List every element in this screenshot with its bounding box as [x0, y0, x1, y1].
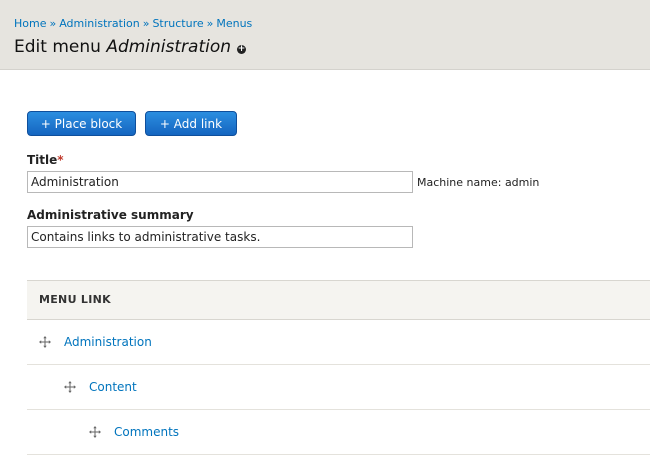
page-title-prefix: Edit menu — [14, 37, 101, 57]
page-title-menu-name: Administration — [106, 37, 232, 57]
drag-handle-icon[interactable] — [64, 381, 76, 393]
breadcrumb-separator: » — [49, 17, 57, 30]
summary-label: Administrative summary — [27, 208, 194, 222]
menu-link-administration[interactable]: Administration — [64, 335, 152, 349]
breadcrumb-administration[interactable]: Administration — [59, 17, 140, 30]
menu-link-content[interactable]: Content — [89, 380, 137, 394]
table-header: MENU LINK — [27, 280, 650, 320]
page-title: Edit menu Administration + — [14, 37, 247, 57]
menu-link-comments[interactable]: Comments — [114, 425, 179, 439]
place-block-button[interactable]: + Place block — [27, 111, 136, 136]
breadcrumb-home[interactable]: Home — [14, 17, 46, 30]
required-marker: * — [57, 153, 64, 167]
add-link-button[interactable]: + Add link — [145, 111, 237, 136]
machine-name: Machine name: admin — [417, 176, 540, 189]
breadcrumb: Home» Administration» Structure» Menus — [14, 17, 252, 30]
breadcrumb-menus[interactable]: Menus — [216, 17, 252, 30]
page-header: Home» Administration» Structure» Menus Edit… — [0, 0, 650, 70]
title-input[interactable]: Administration — [27, 171, 413, 193]
breadcrumb-structure[interactable]: Structure — [152, 17, 203, 30]
drag-handle-icon[interactable] — [89, 426, 101, 438]
shortcut-add-icon[interactable]: + — [237, 45, 247, 54]
column-header-menu-link: MENU LINK — [39, 293, 111, 306]
summary-input[interactable]: Contains links to administrative tasks. — [27, 226, 413, 248]
menu-link-table: MENU LINK Administration Content Comment… — [27, 280, 650, 455]
drag-handle-icon[interactable] — [39, 336, 51, 348]
table-row: Content — [27, 365, 650, 410]
breadcrumb-separator: » — [206, 17, 214, 30]
title-label-text: Title — [27, 153, 58, 167]
table-row: Administration — [27, 320, 650, 365]
breadcrumb-separator: » — [142, 17, 150, 30]
title-label: Title* — [27, 153, 64, 167]
table-row: Comments — [27, 410, 650, 455]
